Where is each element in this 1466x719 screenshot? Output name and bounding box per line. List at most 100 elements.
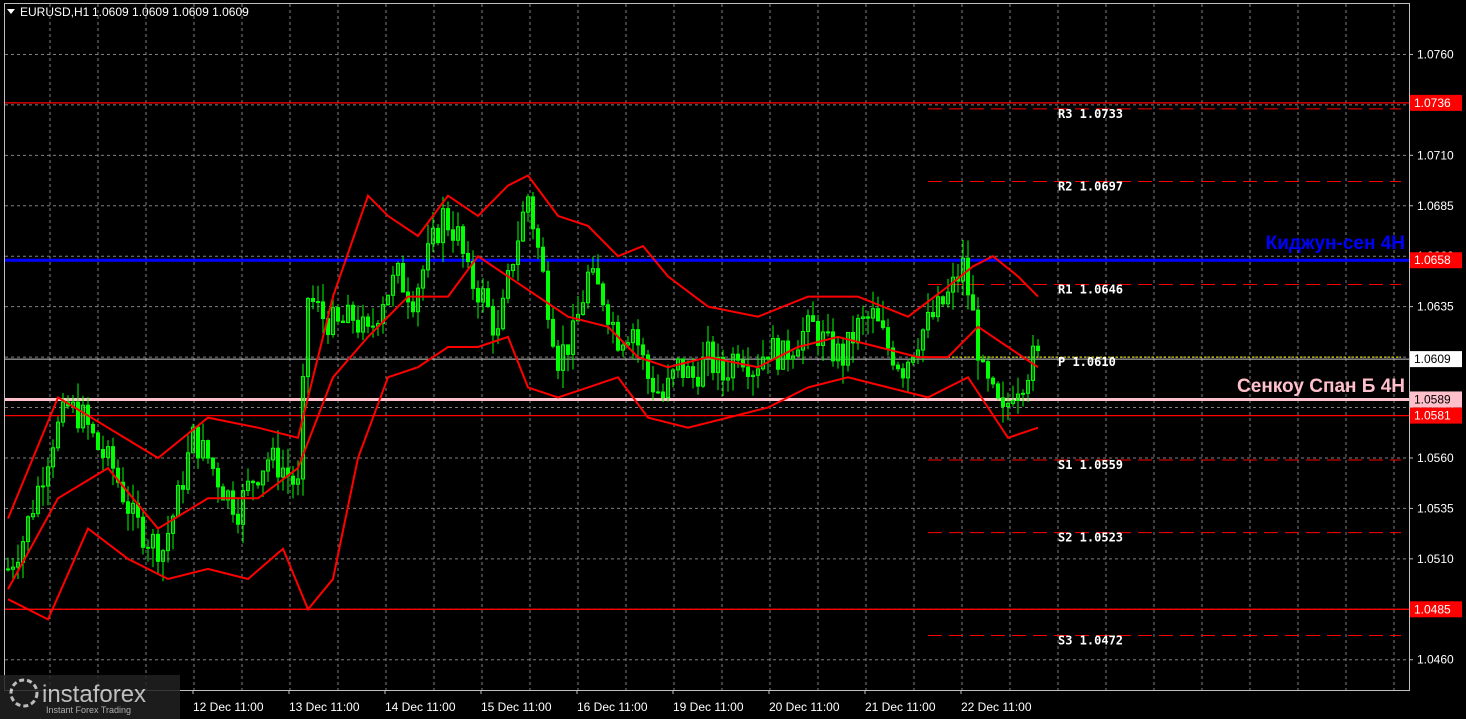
candle-body — [96, 432, 100, 450]
candle-body — [981, 359, 985, 363]
candle-body — [606, 304, 610, 325]
pivot-label-s3: S3 1.0472 — [1058, 634, 1123, 648]
senkou-span-label: Сенкоу Спан Б 4H — [1237, 376, 1405, 397]
candle-body — [661, 391, 665, 399]
candle-body — [886, 327, 890, 349]
candle-body — [541, 246, 545, 272]
watermark-brand: instaforex — [42, 681, 146, 708]
level-tag-label: 1.0485 — [1414, 602, 1451, 616]
symbol-header: EURUSD,H1 1.0609 1.0609 1.0609 1.0609 — [7, 5, 249, 19]
candle-body — [1021, 392, 1025, 395]
candle-body — [566, 344, 570, 355]
candle-body — [786, 340, 790, 360]
candle-body — [681, 358, 685, 379]
x-tick-label: 15 Dec 11:00 — [481, 700, 552, 714]
y-tick-label: 1.0560 — [1417, 451, 1454, 465]
x-tick-label: 19 Dec 11:00 — [673, 700, 744, 714]
candle-body — [356, 319, 360, 333]
candle-body — [696, 376, 700, 387]
candle-body — [901, 368, 905, 379]
candle-body — [896, 364, 900, 370]
candle-body — [181, 485, 185, 490]
y-tick-label: 1.0710 — [1417, 148, 1454, 162]
pivot-label-r2: R2 1.0697 — [1058, 180, 1123, 194]
x-tick-label: 13 Dec 11:00 — [289, 700, 360, 714]
candle-body — [931, 311, 935, 318]
candle-body — [206, 440, 210, 459]
y-tick-label: 1.0460 — [1417, 653, 1454, 667]
candle-body — [486, 288, 490, 307]
candle-body — [476, 287, 480, 303]
candle-body — [1036, 345, 1040, 352]
candle-body — [746, 366, 750, 377]
candle-body — [866, 316, 870, 319]
candle-body — [211, 457, 215, 469]
candle-body — [101, 448, 105, 458]
x-tick-label: 22 Dec 11:00 — [961, 700, 1032, 714]
candle-body — [41, 485, 45, 488]
candle-body — [546, 270, 550, 320]
candle-body — [256, 482, 260, 486]
candle-body — [601, 283, 605, 306]
candle-body — [596, 268, 600, 285]
candle-body — [776, 337, 780, 370]
y-tick-label: 1.0510 — [1417, 552, 1454, 566]
candle-body — [831, 331, 835, 362]
candle-body — [111, 446, 115, 469]
symbol-label: EURUSD,H1 — [20, 5, 90, 19]
y-tick-label: 1.0685 — [1417, 199, 1454, 213]
candle-body — [556, 345, 560, 371]
level-tag-label: 1.0736 — [1414, 96, 1451, 110]
price-chart[interactable]: R3 1.0733 R2 1.0697 R1 1.0646 P 1.0610 S1 1… — [0, 0, 1466, 719]
candle-body — [971, 294, 975, 311]
pivot-label-s1: S1 1.0559 — [1058, 458, 1123, 472]
pivot-label-s2: S2 1.0523 — [1058, 531, 1123, 545]
candle-body — [551, 318, 555, 347]
candle-body — [366, 316, 370, 327]
x-tick-label: 14 Dec 11:00 — [385, 700, 456, 714]
pivot-label-r3: R3 1.0733 — [1058, 107, 1123, 121]
candle-body — [146, 546, 150, 549]
candle-body — [986, 361, 990, 379]
candle-body — [991, 377, 995, 385]
candle-body — [531, 196, 535, 230]
candle-body — [371, 325, 375, 328]
x-tick-label: 21 Dec 11:00 — [865, 700, 936, 714]
candle-body — [1001, 397, 1005, 407]
candle-body — [941, 296, 945, 305]
candle-body — [691, 366, 695, 378]
candle-body — [826, 331, 830, 334]
kijun-sen-label: Киджун-сен 4H — [1266, 233, 1405, 254]
pivot-label-r1: R1 1.0646 — [1058, 282, 1123, 296]
candle-body — [236, 513, 240, 525]
candle-body — [411, 301, 415, 313]
ohlc-values: 1.0609 1.0609 1.0609 1.0609 — [92, 5, 249, 19]
candle-body — [251, 480, 255, 484]
candle-body — [451, 229, 455, 241]
candle-body — [6, 568, 10, 571]
y-tick-label: 1.0760 — [1417, 47, 1454, 61]
x-tick-label: 12 Dec 11:00 — [193, 700, 264, 714]
candle-body — [321, 301, 325, 320]
candle-body — [76, 401, 80, 429]
candle-body — [736, 353, 740, 361]
candle-body — [196, 426, 200, 459]
candle-body — [276, 447, 280, 478]
senkou-span-b-tag-label: 1.0589 — [1414, 392, 1451, 406]
pivot-label-p: P 1.0610 — [1058, 355, 1116, 369]
candle-body — [491, 305, 495, 336]
x-tick-label: 16 Dec 11:00 — [577, 700, 648, 714]
candle-body — [461, 226, 465, 254]
current-price-tag-label: 1.0609 — [1414, 352, 1451, 366]
candle-body — [126, 501, 130, 514]
candle-body — [651, 377, 655, 393]
candle-body — [646, 354, 650, 379]
candle-body — [156, 533, 160, 562]
candle-body — [536, 228, 540, 248]
candle-body — [636, 329, 640, 346]
candle-body — [876, 308, 880, 322]
kijun-sen-tag-label: 1.0658 — [1414, 253, 1451, 267]
candle-body — [996, 383, 1000, 399]
x-tick-label: 20 Dec 11:00 — [769, 700, 840, 714]
candle-body — [466, 252, 470, 262]
